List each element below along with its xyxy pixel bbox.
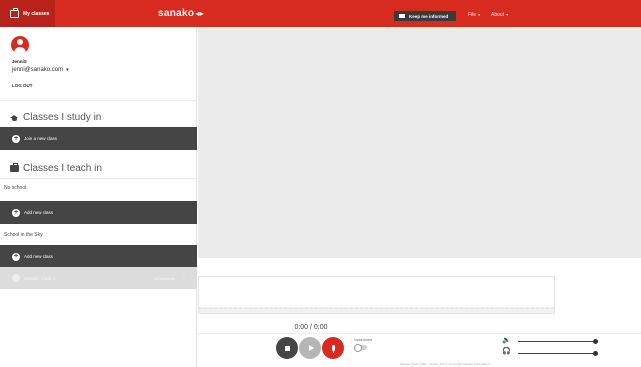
- user-name: JenniS: [12, 59, 27, 64]
- volume-icon: 🔉: [502, 337, 511, 344]
- my-classes-button[interactable]: My classes: [0, 0, 55, 27]
- about-menu-label: About: [491, 12, 505, 18]
- logo-text: sanako: [158, 8, 195, 19]
- more-options-icon[interactable]: ⋮: [181, 275, 187, 282]
- plus-icon: +: [12, 252, 20, 261]
- stop-icon: [284, 345, 290, 351]
- chevron-down-icon: ▾: [478, 12, 481, 17]
- timeline-scrollbar[interactable]: [199, 308, 554, 313]
- school-name: No school: [4, 185, 27, 191]
- avatar-body: [14, 47, 26, 54]
- briefcase-icon: [10, 7, 19, 18]
- divider: [0, 178, 197, 179]
- mail-icon: [399, 14, 405, 18]
- record-button[interactable]: [322, 337, 344, 359]
- file-menu-label: File: [468, 12, 477, 18]
- play-icon: [308, 345, 314, 351]
- about-menu[interactable]: About ▾: [491, 12, 508, 18]
- volume-slider[interactable]: [518, 339, 598, 344]
- my-classes-label: My classes: [23, 10, 50, 17]
- microphone-icon: [331, 345, 335, 353]
- slider-handle[interactable]: [593, 339, 598, 344]
- divider: [0, 100, 197, 101]
- plus-icon: +: [12, 134, 20, 143]
- toggle-knob: [354, 343, 362, 352]
- add-class-label: Add new class: [24, 254, 54, 259]
- logo-arrows-icon: ◂▸: [195, 9, 204, 18]
- chevron-down-icon: ▾: [506, 12, 509, 17]
- class-icon: [12, 274, 20, 282]
- join-class-label: Join a new class: [24, 136, 58, 141]
- audio-timeline[interactable]: [198, 276, 555, 314]
- content-stage: [198, 27, 641, 258]
- stop-button[interactable]: [276, 337, 298, 359]
- class-list-item[interactable]: Sanako Class 2 10 students ⋮: [0, 267, 197, 289]
- headphones-volume-slider[interactable]: [518, 351, 598, 356]
- plus-icon: +: [12, 208, 20, 217]
- briefcase-icon: [10, 163, 19, 172]
- class-student-count: 10 students: [154, 275, 175, 281]
- voice-insert-label: Voice insert: [354, 338, 373, 342]
- class-name: Sanako Class 2: [24, 275, 56, 281]
- play-button[interactable]: [299, 337, 321, 359]
- logout-link[interactable]: LOG OUT: [12, 83, 33, 88]
- sanako-logo: sanako ◂▸: [158, 8, 204, 19]
- school-name: School in the Sky: [4, 232, 43, 238]
- classes-teach-heading: Classes I teach in: [10, 163, 102, 174]
- avatar[interactable]: [11, 36, 29, 54]
- join-class-button[interactable]: + Join a new class: [0, 127, 197, 150]
- graduation-cap-icon: [10, 114, 19, 121]
- divider: [198, 333, 641, 334]
- user-email: jenni@sanako.com: [12, 67, 64, 73]
- sidebar: [0, 27, 197, 367]
- classes-study-heading: Classes I study in: [10, 112, 101, 123]
- avatar-head: [17, 39, 23, 45]
- file-menu[interactable]: File ▾: [468, 12, 480, 18]
- add-class-button[interactable]: + Add new class: [0, 201, 197, 224]
- playback-time: 0:00 / 0:00: [294, 324, 328, 331]
- top-bar: My classes sanako ◂▸ Keep me informed Fi…: [0, 0, 641, 27]
- user-email-dropdown[interactable]: jenni@sanako.com ▾: [12, 67, 69, 73]
- keep-informed-button[interactable]: Keep me informed: [394, 11, 456, 21]
- slider-handle[interactable]: [593, 351, 598, 356]
- add-class-label: Add new class: [24, 210, 54, 215]
- chevron-down-icon: ▾: [66, 67, 69, 73]
- footer-text: Sanako Study 1200 · Version 5.0.0 · Copy…: [400, 362, 490, 366]
- keep-informed-label: Keep me informed: [409, 13, 449, 19]
- headphones-icon: 🎧: [502, 348, 511, 355]
- classes-teach-title: Classes I teach in: [23, 163, 102, 174]
- add-class-button[interactable]: + Add new class: [0, 245, 197, 268]
- classes-study-title: Classes I study in: [23, 112, 102, 123]
- voice-insert-toggle[interactable]: [354, 343, 367, 352]
